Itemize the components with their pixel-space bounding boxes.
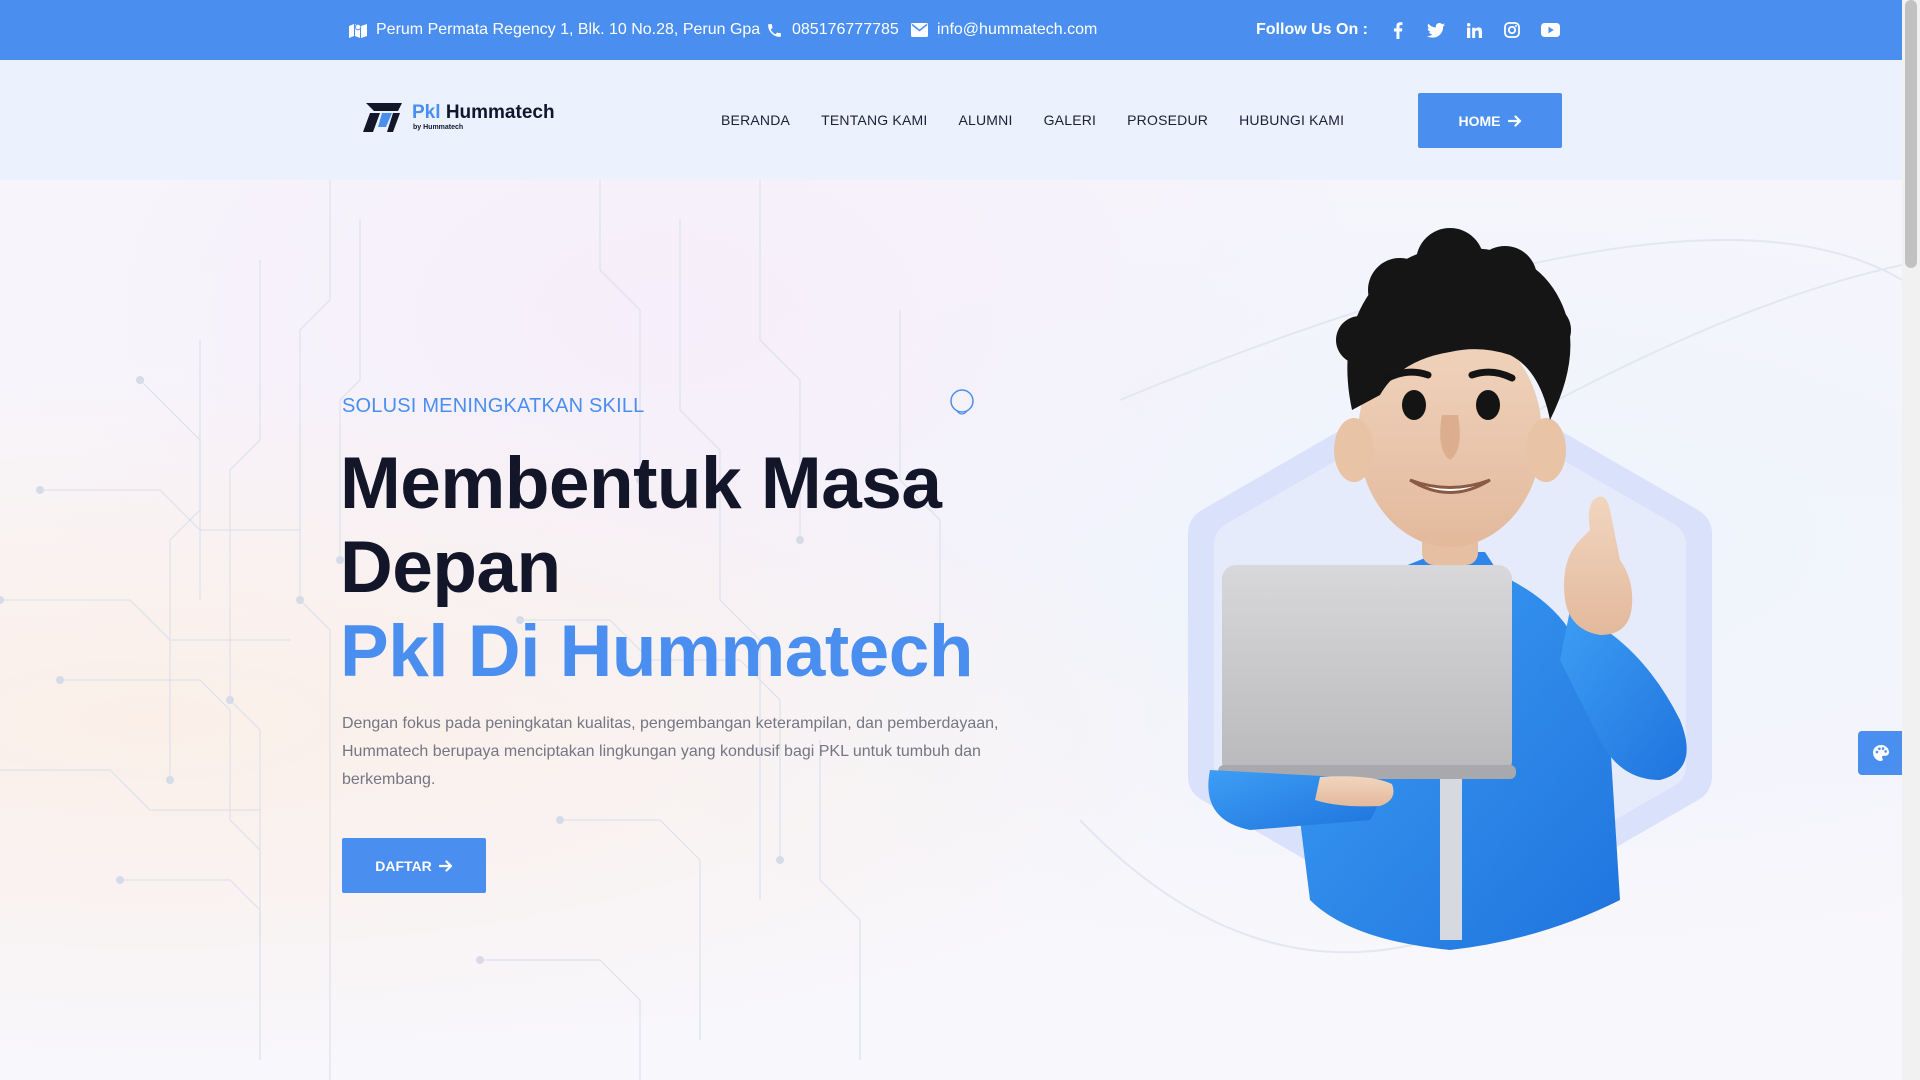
hero-title: Membentuk Masa Depan xyxy=(340,442,942,610)
site-logo[interactable]: Pkl Hummatech by Hummatech xyxy=(360,100,555,134)
instagram-icon[interactable] xyxy=(1502,20,1522,40)
social-links: Follow Us On : xyxy=(1256,0,1560,60)
nav-item-alumni[interactable]: ALUMNI xyxy=(958,112,1012,128)
address-text: Perum Permata Regency 1, Blk. 10 No.28, … xyxy=(376,21,761,38)
palette-icon xyxy=(1872,745,1889,761)
linkedin-icon[interactable] xyxy=(1464,20,1484,40)
page-scrollbar[interactable] xyxy=(1902,0,1920,1080)
main-nav: BERANDA TENTANG KAMI ALUMNI GALERI PROSE… xyxy=(721,60,1344,180)
envelope-icon xyxy=(911,23,928,37)
arrow-right-icon xyxy=(438,859,452,872)
daftar-button[interactable]: DAFTAR xyxy=(342,838,486,893)
facebook-icon[interactable] xyxy=(1388,20,1408,40)
home-button[interactable]: HOME xyxy=(1418,93,1562,148)
hero-title-accent: Pkl Di Hummatech xyxy=(340,611,973,692)
hero-title-line2: Depan xyxy=(340,527,561,608)
logo-wordmark: Pkl Hummatech xyxy=(412,102,555,123)
logo-mark-icon xyxy=(363,103,402,132)
site-header: Pkl Hummatech by Hummatech BERANDA TENTA… xyxy=(0,60,1902,180)
hero-title-line1: Membentuk Masa xyxy=(340,443,942,524)
follow-label: Follow Us On : xyxy=(1256,21,1368,38)
daftar-button-label: DAFTAR xyxy=(375,857,432,874)
nav-item-tentang-kami[interactable]: TENTANG KAMI xyxy=(821,112,927,128)
arrow-right-icon xyxy=(1507,114,1521,127)
map-icon xyxy=(349,23,367,38)
phone-icon xyxy=(768,23,781,37)
phone-text: 085176777785 xyxy=(792,21,899,38)
logo-byline: by Hummatech xyxy=(413,124,464,131)
nav-item-prosedur[interactable]: PROSEDUR xyxy=(1127,112,1208,128)
nav-item-hubungi-kami[interactable]: HUBUNGI KAMI xyxy=(1239,112,1344,128)
theme-switcher-button[interactable] xyxy=(1858,731,1902,775)
hero-character-illustration xyxy=(1188,228,1712,950)
nav-item-beranda[interactable]: BERANDA xyxy=(721,112,790,128)
scrollbar-thumb[interactable] xyxy=(1905,0,1917,268)
hero-tagline: SOLUSI MENINGKATKAN SKILL xyxy=(342,395,645,417)
hero-description: Dengan fokus pada peningkatan kualitas, … xyxy=(342,715,999,788)
hero-section: SOLUSI MENINGKATKAN SKILL Membentuk Masa… xyxy=(0,180,1902,1080)
phone-info[interactable]: 085176777785 xyxy=(766,0,899,60)
top-bar: Perum Permata Regency 1, Blk. 10 No.28, … xyxy=(0,0,1902,60)
lightbulb-icon xyxy=(950,389,974,415)
email-text: info@hummatech.com xyxy=(937,21,1098,38)
home-button-label: HOME xyxy=(1458,112,1501,129)
address-info: Perum Permata Regency 1, Blk. 10 No.28, … xyxy=(349,0,760,60)
youtube-icon[interactable] xyxy=(1540,20,1560,40)
email-info[interactable]: info@hummatech.com xyxy=(911,0,1097,60)
twitter-icon[interactable] xyxy=(1426,20,1446,40)
nav-item-galeri[interactable]: GALERI xyxy=(1044,112,1097,128)
